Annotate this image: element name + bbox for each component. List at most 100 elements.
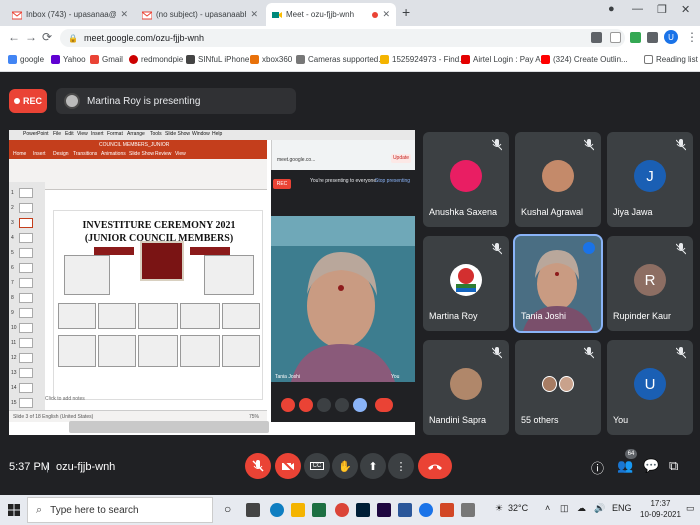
- photoshop-icon[interactable]: [356, 503, 370, 517]
- bookmark-star-icon[interactable]: [610, 32, 621, 43]
- network-icon[interactable]: ◫: [560, 503, 569, 514]
- back-icon[interactable]: ←: [8, 30, 20, 44]
- close-icon[interactable]: ✕: [250, 9, 258, 20]
- edge-icon[interactable]: [270, 503, 284, 517]
- bookmark-google[interactable]: google: [8, 55, 44, 64]
- minimize-button[interactable]: —: [632, 3, 643, 15]
- ribbon-tab[interactable]: Insert: [33, 151, 46, 157]
- slide-thumbnail[interactable]: [19, 368, 33, 378]
- meeting-details-icon[interactable]: ⓘ: [591, 458, 604, 477]
- close-icon[interactable]: ✕: [382, 9, 390, 20]
- file-explorer-icon[interactable]: [291, 503, 305, 517]
- bookmark-redmondpie[interactable]: redmondpie: [129, 55, 183, 64]
- language-indicator[interactable]: ENG: [612, 503, 632, 513]
- bookmark-cameras[interactable]: Cameras supported...: [296, 55, 385, 64]
- ribbon-tab[interactable]: Review: [155, 151, 171, 157]
- settings-gear-icon[interactable]: [461, 503, 475, 517]
- ribbon-tab[interactable]: Animations: [101, 151, 126, 157]
- onedrive-icon[interactable]: ☁: [577, 503, 586, 514]
- office-icon[interactable]: [440, 503, 454, 517]
- activities-icon[interactable]: ⧉: [669, 458, 678, 474]
- captions-button[interactable]: CC: [304, 453, 330, 479]
- taskbar-search[interactable]: ⌕ Type here to search: [27, 497, 213, 523]
- presentation-stage[interactable]: PowerPoint File Edit View Insert Format …: [9, 130, 415, 435]
- reload-icon[interactable]: ⟳: [42, 30, 52, 44]
- participant-tile[interactable]: J Jiya Jawa: [607, 132, 693, 227]
- new-tab-button[interactable]: +: [402, 4, 410, 20]
- bookmark-airtel[interactable]: Airtel Login : Pay Al...: [461, 55, 549, 64]
- participant-tile[interactable]: Kushal Agrawal: [515, 132, 601, 227]
- slide-thumbnail[interactable]: [19, 188, 33, 198]
- slide-thumbnail[interactable]: [19, 293, 33, 303]
- ribbon-tab[interactable]: Transitions: [73, 151, 97, 157]
- ribbon-tab[interactable]: Design: [53, 151, 69, 157]
- profile-avatar[interactable]: U: [664, 30, 678, 44]
- close-icon[interactable]: ✕: [120, 9, 128, 20]
- extensions-puzzle-icon[interactable]: [647, 32, 658, 43]
- slide-thumbnail[interactable]: [19, 233, 33, 243]
- current-slide[interactable]: INVESTITURE CEREMONY 2021 (JUNIOR COUNCI…: [53, 210, 263, 400]
- bookmark-yahoo[interactable]: Yahoo: [51, 55, 86, 64]
- reading-list[interactable]: Reading list: [644, 55, 698, 64]
- bookmark-xbox360[interactable]: xbox360: [250, 55, 292, 64]
- slide-thumbnail[interactable]: [19, 278, 33, 288]
- slide-thumbnail[interactable]: [19, 203, 33, 213]
- extension-icon[interactable]: [630, 32, 641, 43]
- notifications-icon[interactable]: ▭: [686, 503, 695, 514]
- windows-start-icon[interactable]: [8, 504, 20, 516]
- tab-inbox[interactable]: Inbox (743) - upasanaa@theindi ✕: [6, 3, 134, 26]
- more-options-button[interactable]: ⋮: [388, 453, 414, 479]
- slide-thumbnail[interactable]: [19, 308, 33, 318]
- ribbon-tab[interactable]: Home: [13, 151, 26, 157]
- slide-thumbnail[interactable]: [19, 383, 33, 393]
- bookmark-find[interactable]: 1525924973 - Find...: [380, 55, 466, 64]
- rec-badge[interactable]: REC: [9, 89, 47, 113]
- slide-thumbnail[interactable]: [19, 263, 33, 273]
- participant-tile[interactable]: R Rupinder Kaur: [607, 236, 693, 331]
- tab-meet[interactable]: Meet - ozu-fjjb-wnh ✕: [266, 3, 396, 26]
- taskbar-clock[interactable]: 17:37 10-09-2021: [640, 498, 681, 520]
- cast-icon[interactable]: [591, 32, 602, 43]
- slide-notes[interactable]: Click to add notes: [45, 396, 85, 402]
- cortana-icon[interactable]: ○: [224, 502, 231, 516]
- present-now-button[interactable]: ⬆: [360, 453, 386, 479]
- ribbon-tab[interactable]: View: [175, 151, 186, 157]
- raise-hand-button[interactable]: ✋: [332, 453, 358, 479]
- excel-icon[interactable]: [312, 503, 326, 517]
- forward-icon[interactable]: →: [25, 30, 37, 44]
- task-view-icon[interactable]: [246, 503, 260, 517]
- maximize-button[interactable]: ❐: [657, 3, 667, 16]
- slide-thumbnail[interactable]: [19, 338, 33, 348]
- camera-off-button[interactable]: [275, 453, 301, 479]
- slide-thumbnail[interactable]: [19, 398, 33, 408]
- participant-tile[interactable]: Tania Joshi: [513, 234, 603, 333]
- chat-icon[interactable]: 💬: [643, 458, 659, 474]
- mic-off-button[interactable]: [245, 453, 271, 479]
- slide-thumbnail[interactable]: [19, 248, 33, 258]
- slide-thumbnail[interactable]: [19, 218, 33, 228]
- address-bar[interactable]: 🔒 meet.google.com/ozu-fjjb-wnh: [60, 29, 625, 47]
- slide-thumbnail[interactable]: [19, 323, 33, 333]
- word-icon[interactable]: [398, 503, 412, 517]
- participant-tile[interactable]: Martina Roy: [423, 236, 509, 331]
- close-window-button[interactable]: ✕: [681, 3, 690, 16]
- meeting-code[interactable]: ozu-fjjb-wnh: [56, 461, 115, 473]
- tab-no-subject[interactable]: (no subject) - upasanaabhalla13 ✕: [136, 3, 264, 26]
- people-icon[interactable]: 👥: [617, 458, 633, 474]
- bookmark-gmail[interactable]: Gmail: [90, 55, 123, 64]
- leave-call-button[interactable]: [418, 453, 452, 479]
- menu-kebab-icon[interactable]: ⋮: [686, 30, 698, 44]
- ribbon-tab[interactable]: Slide Show: [129, 151, 154, 157]
- participant-tile[interactable]: Anushka Saxena: [423, 132, 509, 227]
- slide-thumbnail[interactable]: [19, 353, 33, 363]
- chrome-icon[interactable]: [335, 503, 349, 517]
- participant-tile[interactable]: U You: [607, 340, 693, 435]
- after-effects-icon[interactable]: [377, 503, 391, 517]
- participant-tile[interactable]: Nandini Sapra: [423, 340, 509, 435]
- weather-temp[interactable]: 32°C: [508, 503, 528, 513]
- chrome-profile-icon[interactable]: [419, 503, 433, 517]
- tray-chevron-icon[interactable]: ˄: [545, 503, 550, 513]
- participant-tile[interactable]: 55 others: [515, 340, 601, 435]
- bookmark-sinful-iphone[interactable]: SINfuL iPhone: [186, 55, 249, 64]
- volume-icon[interactable]: 🔊: [594, 503, 605, 514]
